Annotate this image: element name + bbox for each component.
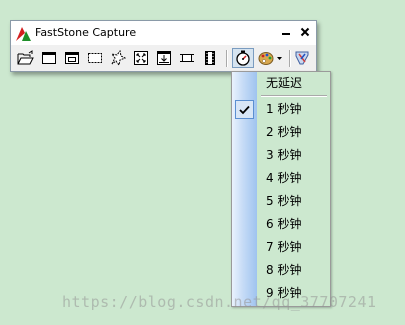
capture-full-screen-icon [134,51,148,65]
faststone-toolbar-window: FastStone Capture [10,20,317,72]
open-file-button[interactable] [16,48,36,68]
menu-item-no-delay[interactable]: 无延迟 [232,72,330,95]
capture-scrolling-window-button[interactable] [154,48,174,68]
menu-separator [261,95,327,97]
minimize-icon [282,33,290,35]
capture-rectangle-button[interactable] [85,48,105,68]
capture-fixed-region-button[interactable] [177,48,197,68]
screen-recorder-icon [205,51,215,65]
menu-item-4-seconds[interactable]: 4 秒钟 [232,167,330,190]
menu-item-2-seconds[interactable]: 2 秒钟 [232,121,330,144]
screen-recorder-button[interactable] [200,48,220,68]
title-bar[interactable]: FastStone Capture [11,21,316,45]
output-destination-icon [258,52,282,65]
menu-item-1-second[interactable]: 1 秒钟 [232,98,330,121]
capture-full-screen-button[interactable] [131,48,151,68]
menu-item-label: 6 秒钟 [266,217,302,231]
capture-toolbar [11,48,316,70]
menu-item-label: 2 秒钟 [266,125,302,139]
settings-button[interactable] [292,48,312,68]
menu-item-5-seconds[interactable]: 5 秒钟 [232,190,330,213]
menu-item-label: 4 秒钟 [266,171,302,185]
menu-item-7-seconds[interactable]: 7 秒钟 [232,236,330,259]
capture-scrolling-window-icon [157,51,171,65]
menu-item-6-seconds[interactable]: 6 秒钟 [232,213,330,236]
watermark: https://blog.csdn.net/qq_37707241 [62,293,377,311]
menu-item-label: 无延迟 [266,76,303,90]
capture-window-object-icon [65,52,79,64]
open-file-icon [17,50,34,65]
menu-item-label: 5 秒钟 [266,194,302,208]
capture-window-object-button[interactable] [62,48,82,68]
menu-item-8-seconds[interactable]: 8 秒钟 [232,259,330,282]
settings-icon [295,51,309,65]
menu-item-3-seconds[interactable]: 3 秒钟 [232,144,330,167]
menu-item-label: 8 秒钟 [266,263,302,277]
delay-timer-button[interactable] [232,48,254,68]
capture-freehand-icon [110,50,126,66]
menu-item-label: 7 秒钟 [266,240,302,254]
capture-active-window-button[interactable] [39,48,59,68]
window-title: FastStone Capture [35,26,137,39]
minimize-button[interactable] [278,24,294,40]
capture-rectangle-icon [88,53,102,63]
checkmark-icon [239,105,250,114]
capture-freehand-button[interactable] [108,48,128,68]
close-icon [300,27,310,37]
capture-active-window-icon [42,52,56,64]
faststone-logo-icon [16,26,31,41]
checked-indicator [235,100,254,119]
toolbar-separator [226,50,228,67]
close-button[interactable] [297,24,313,40]
toolbar-separator [289,50,291,67]
delay-dropdown-menu: 无延迟 1 秒钟 2 秒钟 3 秒钟 4 秒钟 5 秒钟 6 秒钟 7 秒钟 8… [231,71,331,307]
delay-timer-icon [236,50,250,66]
output-destination-button[interactable] [257,48,285,68]
menu-item-label: 1 秒钟 [266,102,302,116]
capture-fixed-region-icon [180,54,194,62]
menu-item-label: 3 秒钟 [266,148,302,162]
